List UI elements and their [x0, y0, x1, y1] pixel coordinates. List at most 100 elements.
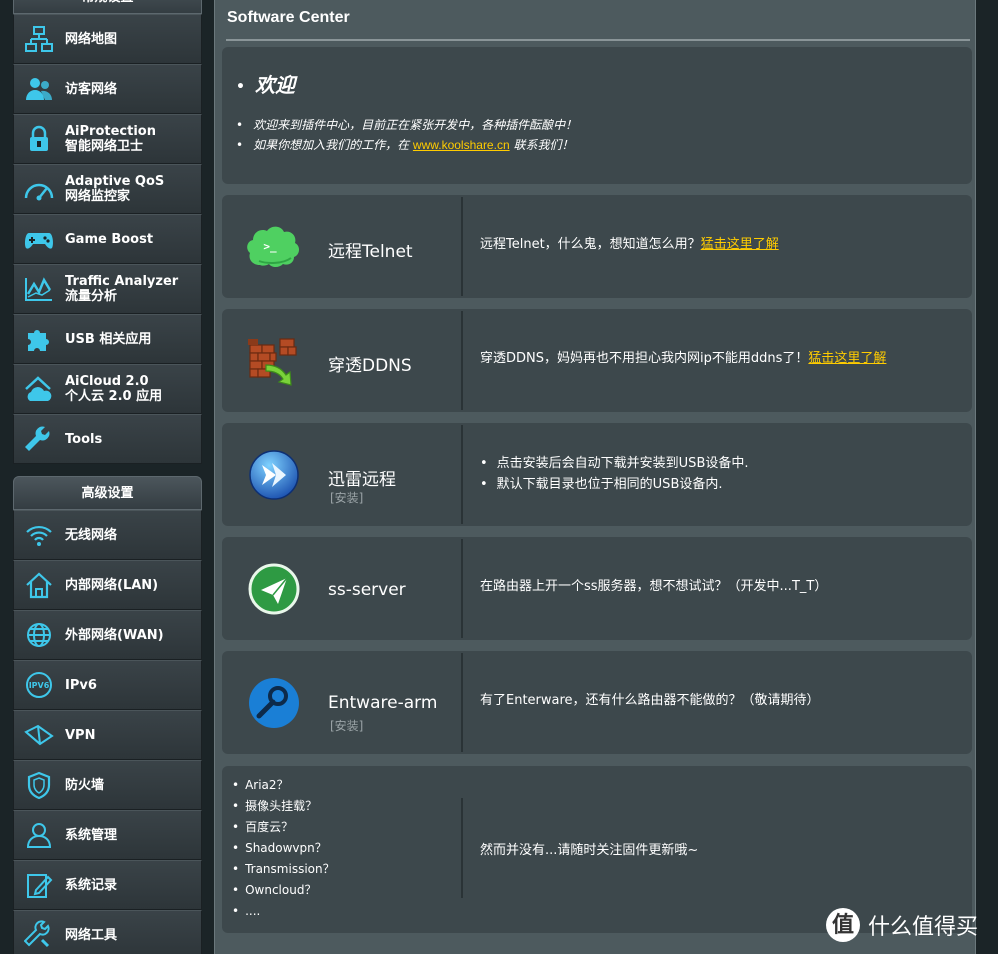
koolshare-link[interactable]: www.koolshare.cn	[413, 138, 510, 152]
title-divider	[226, 39, 970, 41]
welcome-text: 欢迎来到插件中心，目前正在紧张开发中，各种插件酝酿中！ 如果你想加入我们的工作，…	[236, 115, 577, 155]
menu-label: 内部网络(LAN)	[65, 577, 159, 593]
menu-label: Traffic Analyzer 流量分析	[65, 274, 179, 304]
menu-label: 无线网络	[65, 527, 118, 543]
menu-label: 网络工具	[65, 927, 118, 943]
list-item: 百度云？	[232, 817, 335, 838]
menu-label: 防火墙	[65, 777, 105, 793]
telnet-icon[interactable]: >_	[246, 219, 302, 275]
plugin-name[interactable]: 远程Telnet	[328, 237, 413, 262]
menu-item-wan[interactable]: 外部网络(WAN)	[13, 610, 202, 660]
menu-item-traffic-analyzer[interactable]: Traffic Analyzer 流量分析	[13, 264, 202, 314]
column-divider	[461, 798, 463, 898]
welcome-card: 欢迎 欢迎来到插件中心，目前正在紧张开发中，各种插件酝酿中！ 如果你想加入我们的…	[222, 47, 972, 184]
learn-more-link[interactable]: 猛击这里了解	[701, 237, 779, 252]
menu-item-network-map[interactable]: 网络地图	[13, 14, 202, 64]
menu-label: Adaptive QoS 网络监控家	[65, 174, 165, 204]
menu-item-system-log[interactable]: 系统记录	[13, 860, 202, 910]
welcome-line-2-suffix: 联系我们！	[509, 138, 574, 152]
menu-item-lan[interactable]: 内部网络(LAN)	[13, 560, 202, 610]
plugin-card-ddns: 穿透DDNS 穿透DDNS，妈妈再也不用担心我内网ip不能用ddns了！猛击这里…	[222, 309, 972, 412]
bullet-line: 点击安装后会自动下载并安装到USB设备中.	[480, 453, 749, 474]
advanced-settings-group: 高级设置 无线网络 内部网络(LAN) 外部网络(WAN) IPV6 IPv6	[13, 476, 202, 954]
install-link[interactable]: [安装]	[330, 717, 363, 734]
xunlei-icon[interactable]	[246, 447, 302, 503]
vpn-icon	[22, 718, 56, 752]
page-title: Software Center	[227, 9, 350, 26]
column-divider	[461, 539, 463, 638]
list-item: Shadowvpn？	[232, 838, 335, 859]
plugin-description: 有了Enterware，还有什么路由器不能做的？（敬请期待）	[480, 693, 820, 708]
general-settings-group: 常规设置 网络地图 访客网络 AiProtection 智能网络卫士 Adapt…	[13, 0, 202, 464]
wifi-icon	[22, 518, 56, 552]
plugin-description: 远程Telnet，什么鬼，想知道怎么用？猛击这里了解	[480, 234, 779, 255]
log-edit-icon	[22, 868, 56, 902]
firewall-bricks-icon[interactable]	[246, 333, 302, 389]
menu-item-aiprotection[interactable]: AiProtection 智能网络卫士	[13, 114, 202, 164]
cloud-home-icon	[22, 372, 56, 406]
plugin-description: 点击安装后会自动下载并安装到USB设备中. 默认下载目录也位于相同的USB设备内…	[480, 453, 749, 495]
menu-label: AiCloud 2.0 个人云 2.0 应用	[65, 374, 163, 404]
tools-icon	[22, 918, 56, 952]
plugin-name[interactable]: Entware-arm	[328, 693, 437, 713]
list-item: ....	[232, 901, 335, 922]
menu-item-firewall[interactable]: 防火墙	[13, 760, 202, 810]
menu-item-vpn[interactable]: VPN	[13, 710, 202, 760]
traffic-chart-icon	[22, 272, 56, 306]
menu-label: 系统管理	[65, 827, 118, 843]
menu-label: AiProtection 智能网络卫士	[65, 124, 156, 154]
welcome-heading: 欢迎	[236, 69, 295, 98]
speedometer-icon	[22, 172, 56, 206]
menu-item-guest-network[interactable]: 访客网络	[13, 64, 202, 114]
menu-item-usb-apps[interactable]: USB 相关应用	[13, 314, 202, 364]
menu-item-ipv6[interactable]: IPV6 IPv6	[13, 660, 202, 710]
paper-plane-icon[interactable]	[246, 561, 302, 617]
network-map-icon	[22, 22, 56, 56]
menu-label: Game Boost	[65, 231, 154, 247]
menu-label: 系统记录	[65, 877, 118, 893]
menu-item-adaptive-qos[interactable]: Adaptive QoS 网络监控家	[13, 164, 202, 214]
plugin-name[interactable]: 迅雷远程	[328, 465, 396, 490]
plugin-name[interactable]: 穿透DDNS	[328, 351, 412, 376]
plugin-name[interactable]: ss-server	[328, 580, 406, 600]
home-icon	[22, 568, 56, 602]
plugin-card-ss-server: ss-server 在路由器上开一个ss服务器，想不想试试？（开发中...T_T…	[222, 537, 972, 640]
software-center-panel: Software Center 欢迎 欢迎来到插件中心，目前正在紧张开发中，各种…	[214, 0, 976, 954]
svg-text:>_: >_	[263, 240, 277, 253]
menu-item-administration[interactable]: 系统管理	[13, 810, 202, 860]
column-divider	[461, 197, 463, 296]
svg-text:IPV6: IPV6	[29, 681, 50, 690]
menu-label: 网络地图	[65, 31, 118, 47]
globe-icon	[22, 618, 56, 652]
list-item: Owncloud？	[232, 880, 335, 901]
plugin-card-telnet: >_ 远程Telnet 远程Telnet，什么鬼，想知道怎么用？猛击这里了解	[222, 195, 972, 298]
menu-item-wireless[interactable]: 无线网络	[13, 510, 202, 560]
plugin-desc-text: 穿透DDNS，妈妈再也不用担心我内网ip不能用ddns了！	[480, 351, 809, 366]
learn-more-link[interactable]: 猛击这里了解	[808, 351, 886, 366]
advanced-settings-title: 高级设置	[13, 476, 202, 510]
gamepad-icon	[22, 222, 56, 256]
menu-item-network-tools[interactable]: 网络工具	[13, 910, 202, 954]
entware-icon[interactable]	[246, 675, 302, 731]
menu-item-tools[interactable]: Tools	[13, 414, 202, 464]
plugin-description: 穿透DDNS，妈妈再也不用担心我内网ip不能用ddns了！猛击这里了解	[480, 348, 886, 369]
menu-item-aicloud[interactable]: AiCloud 2.0 个人云 2.0 应用	[13, 364, 202, 414]
list-item: Transmission？	[232, 859, 335, 880]
column-divider	[461, 425, 463, 524]
plugin-desc-text: 远程Telnet，什么鬼，想知道怎么用？	[480, 237, 701, 252]
watermark-badge: 值	[826, 908, 860, 942]
list-item: 摄像头挂载？	[232, 796, 335, 817]
menu-item-game-boost[interactable]: Game Boost	[13, 214, 202, 264]
column-divider	[461, 653, 463, 752]
upcoming-plugin-list: Aria2？ 摄像头挂载？ 百度云？ Shadowvpn？ Transmissi…	[232, 775, 335, 922]
watermark-text: 什么值得买	[868, 915, 979, 940]
menu-label: 外部网络(WAN)	[65, 627, 164, 643]
menu-label: IPv6	[65, 677, 97, 693]
menu-label: 访客网络	[65, 81, 118, 97]
user-admin-icon	[22, 818, 56, 852]
plugin-card-entware: Entware-arm [安装] 有了Enterware，还有什么路由器不能做的…	[222, 651, 972, 754]
menu-label: Tools	[65, 431, 103, 447]
install-link[interactable]: [安装]	[330, 489, 363, 506]
puzzle-icon	[22, 322, 56, 356]
plugin-card-xunlei: 迅雷远程 [安装] 点击安装后会自动下载并安装到USB设备中. 默认下载目录也位…	[222, 423, 972, 526]
